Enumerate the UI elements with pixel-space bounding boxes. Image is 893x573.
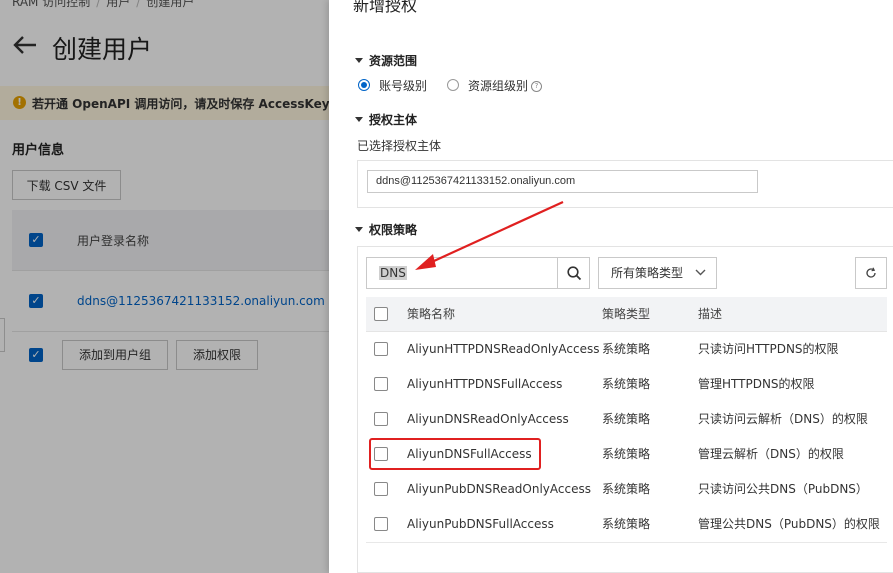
- drawer-title: 新增授权: [353, 0, 418, 15]
- refresh-button[interactable]: [855, 257, 887, 289]
- policy-desc: 只读访问HTTPDNS的权限: [698, 342, 839, 356]
- chevron-down-icon: [695, 269, 706, 276]
- principal-heading: 授权主体: [369, 113, 418, 127]
- policy-name: AliyunHTTPDNSFullAccess: [407, 377, 563, 391]
- policy-type: 系统策略: [602, 517, 651, 531]
- policy-name: AliyunPubDNSFullAccess: [407, 517, 554, 531]
- help-icon[interactable]: ?: [531, 81, 543, 92]
- policy-type-select[interactable]: 所有策略类型: [598, 257, 717, 289]
- policy-desc: 管理公共DNS（PubDNS）的权限: [698, 517, 880, 531]
- caret-down-icon: [355, 227, 363, 232]
- modal-overlay[interactable]: [0, 0, 329, 573]
- policy-section-toggle[interactable]: 权限策略: [355, 221, 417, 238]
- policy-type: 系统策略: [602, 342, 651, 356]
- radio-label-group[interactable]: 资源组级别: [468, 79, 528, 93]
- scope-heading: 资源范围: [369, 54, 418, 68]
- policy-desc: 管理云解析（DNS）的权限: [698, 447, 844, 461]
- radio-label-account[interactable]: 账号级别: [379, 77, 427, 94]
- row-checkbox[interactable]: [374, 517, 388, 531]
- caret-down-icon: [355, 117, 363, 122]
- column-header-desc: 描述: [698, 307, 723, 321]
- refresh-icon: [866, 267, 876, 278]
- radio-label-group-wrap[interactable]: 资源组级别?: [468, 77, 543, 94]
- table-row[interactable]: AliyunHTTPDNSReadOnlyAccess 系统策略 只读访问HTT…: [366, 332, 887, 368]
- policy-type: 系统策略: [602, 482, 651, 496]
- policy-name: AliyunPubDNSReadOnlyAccess: [407, 482, 591, 496]
- radio-resource-group-level[interactable]: [447, 79, 459, 91]
- table-row[interactable]: AliyunPubDNSReadOnlyAccess 系统策略 只读访问公共DN…: [366, 472, 887, 508]
- column-header-type: 策略类型: [602, 307, 651, 321]
- column-header-name: 策略名称: [407, 307, 456, 321]
- select-all-checkbox[interactable]: [374, 307, 388, 321]
- caret-down-icon: [355, 58, 363, 63]
- table-row[interactable]: AliyunDNSFullAccess 系统策略 管理云解析（DNS）的权限: [366, 437, 887, 473]
- search-text: DNS: [379, 266, 407, 280]
- row-checkbox[interactable]: [374, 412, 388, 426]
- search-icon: [567, 266, 582, 281]
- row-checkbox[interactable]: [374, 377, 388, 391]
- scope-section-toggle[interactable]: 资源范围: [355, 52, 417, 69]
- table-row[interactable]: AliyunHTTPDNSFullAccess 系统策略 管理HTTPDNS的权…: [366, 367, 887, 403]
- policy-name: AliyunDNSReadOnlyAccess: [407, 412, 569, 426]
- radio-account-level[interactable]: [358, 79, 370, 91]
- policy-type: 系统策略: [602, 412, 651, 426]
- policy-type-value: 所有策略类型: [611, 266, 684, 280]
- policy-desc: 只读访问云解析（DNS）的权限: [698, 412, 868, 426]
- policy-name: AliyunDNSFullAccess: [407, 447, 532, 461]
- principal-section-toggle[interactable]: 授权主体: [355, 111, 417, 128]
- table-row[interactable]: AliyunPubDNSFullAccess 系统策略 管理公共DNS（PubD…: [366, 507, 887, 543]
- selected-principal-label: 已选择授权主体: [357, 139, 442, 153]
- grant-permission-drawer: 新增授权 资源范围 账号级别 资源组级别? 授权主体 已选择授权主体 ddns@…: [329, 0, 893, 573]
- row-checkbox[interactable]: [374, 482, 388, 496]
- policy-desc: 只读访问公共DNS（PubDNS）: [698, 482, 868, 496]
- policy-type: 系统策略: [602, 377, 651, 391]
- row-checkbox[interactable]: [374, 342, 388, 356]
- policy-type: 系统策略: [602, 447, 651, 461]
- table-row[interactable]: AliyunDNSReadOnlyAccess 系统策略 只读访问云解析（DNS…: [366, 402, 887, 438]
- principal-field[interactable]: ddns@1125367421133152.onaliyun.com: [367, 170, 758, 193]
- annotation-arrow-icon: [415, 200, 564, 270]
- row-checkbox[interactable]: [374, 447, 388, 461]
- policy-name: AliyunHTTPDNSReadOnlyAccess: [407, 342, 600, 356]
- policy-table-header: 策略名称 策略类型 描述: [366, 297, 887, 332]
- policy-desc: 管理HTTPDNS的权限: [698, 377, 815, 391]
